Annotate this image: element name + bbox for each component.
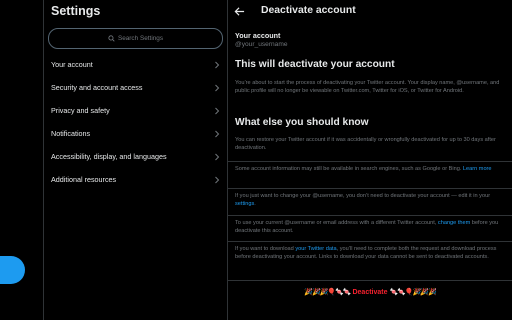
menu-item-privacy[interactable]: Privacy and safety — [44, 99, 227, 122]
search-placeholder: Search Settings — [117, 35, 164, 42]
settings-menu: Your account Security and account access… — [44, 53, 227, 191]
menu-item-label: Accessibility, display, and languages — [51, 152, 167, 161]
note-change-username: If you just want to change your @usernam… — [235, 193, 509, 208]
search-icon — [108, 35, 115, 42]
floating-blue-button[interactable] — [0, 256, 25, 284]
menu-item-label: Notifications — [51, 129, 91, 138]
account-handle: @your_username — [235, 41, 288, 48]
confetti-decoration: 🍬🍬🎈🎉🎉🎉 — [389, 289, 436, 296]
page-title: Deactivate account — [261, 5, 356, 16]
note-text: To use your current @username or email a… — [235, 220, 437, 226]
chevron-right-icon — [215, 176, 220, 183]
note-download-data: If you want to download your Twitter dat… — [235, 246, 509, 261]
note-text: If you want to download — [235, 246, 294, 252]
menu-item-additional-resources[interactable]: Additional resources — [44, 168, 227, 191]
confetti-decoration: 🎉🎉🎉🎈🍬🍬 — [304, 289, 351, 296]
note-use-email: To use your current @username or email a… — [235, 220, 509, 235]
chevron-right-icon — [215, 84, 220, 91]
settings-column: Settings Search Settings Your account Se… — [44, 0, 227, 320]
account-label: Your account — [235, 31, 281, 40]
deactivate-label: Deactivate — [352, 289, 388, 296]
chevron-right-icon — [215, 130, 220, 137]
settings-link[interactable]: settings — [235, 201, 254, 207]
note-text: Some account information may still be av… — [235, 166, 462, 172]
intro-paragraph: You’re about to start the process of dea… — [235, 80, 500, 94]
learn-more-link[interactable]: Learn more — [463, 166, 492, 172]
restore-paragraph: You can restore your Twitter account if … — [235, 137, 496, 151]
menu-item-label: Privacy and safety — [51, 106, 110, 115]
twitter-data-link[interactable]: your Twitter data — [295, 246, 336, 252]
divider — [228, 215, 512, 216]
note-search-engines: Some account information may still be av… — [235, 166, 509, 174]
divider — [228, 188, 512, 189]
menu-item-notifications[interactable]: Notifications — [44, 122, 227, 145]
back-arrow-icon[interactable] — [234, 6, 245, 17]
settings-title: Settings — [51, 4, 101, 18]
left-nav-rail — [0, 0, 43, 320]
chevron-right-icon — [215, 107, 220, 114]
deactivate-panel: Deactivate account Your account @your_us… — [228, 0, 512, 320]
divider — [228, 280, 512, 281]
chevron-right-icon — [215, 153, 220, 160]
menu-item-accessibility[interactable]: Accessibility, display, and languages — [44, 145, 227, 168]
change-them-link[interactable]: change them — [438, 220, 470, 226]
divider — [228, 161, 512, 162]
note-text: . — [254, 200, 256, 207]
menu-item-security[interactable]: Security and account access — [44, 76, 227, 99]
heading-deactivate: This will deactivate your account — [235, 59, 395, 70]
note-text: If you just want to change your @usernam… — [235, 193, 491, 199]
heading-what-else: What else you should know — [235, 117, 369, 128]
menu-item-label: Additional resources — [51, 175, 117, 184]
deactivate-button[interactable]: 🎉🎉🎉🎈🍬🍬 Deactivate 🍬🍬🎈🎉🎉🎉 — [228, 288, 512, 296]
search-input[interactable]: Search Settings — [48, 28, 223, 49]
menu-item-your-account[interactable]: Your account — [44, 53, 227, 76]
divider — [228, 241, 512, 242]
menu-item-label: Security and account access — [51, 83, 143, 92]
menu-item-label: Your account — [51, 60, 93, 69]
chevron-right-icon — [215, 61, 220, 68]
